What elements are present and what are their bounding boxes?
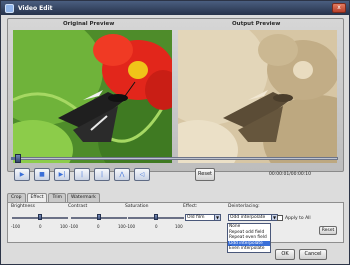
apply-to-all-checkbox[interactable] (277, 215, 283, 221)
title-bar[interactable]: Video Edit x (1, 1, 349, 15)
split-icon: ⋀ (119, 170, 125, 178)
edit-tabs: Crop Effect Trim Watermark (7, 193, 100, 203)
saturation-min: -100 (126, 224, 136, 229)
deinterlacing-dropdown-list: None Repeat odd field Repeat even field Odd… (227, 223, 271, 253)
saturation-max: 100 (175, 224, 183, 229)
brightness-max: 100 (60, 224, 68, 229)
playback-controls: ▶ ■ ▶| | | ⋀ ◁ (14, 168, 150, 182)
deinterlacing-label: Deinterlacing: (228, 204, 260, 209)
output-preview-label: Output Preview (232, 21, 281, 27)
progress-slider[interactable] (11, 154, 338, 163)
play-icon: ▶ (19, 170, 25, 178)
deinterlacing-select-value: Odd interpolate (230, 215, 266, 220)
contrast-max: 100 (118, 224, 126, 229)
progress-track[interactable] (11, 157, 338, 160)
butterfly-flower-sepia-image (178, 30, 337, 163)
saturation-label: Saturation (125, 204, 149, 209)
video-edit-window: Video Edit x Original Preview Output Pre… (0, 0, 350, 265)
original-preview-label: Original Preview (63, 21, 115, 27)
cancel-button[interactable]: Cancel (299, 249, 327, 260)
next-frame-button[interactable]: ▶| (54, 168, 70, 181)
mark-in-button[interactable]: | (74, 168, 90, 181)
speaker-icon: ◁ (139, 170, 145, 178)
output-preview (178, 30, 337, 163)
brightness-thumb[interactable] (38, 214, 42, 220)
original-preview (13, 30, 172, 163)
timecode: 00:00:01/00:00:10 (269, 172, 311, 177)
reset-playback-button[interactable]: Reset (195, 168, 215, 181)
saturation-mid: 0 (155, 224, 158, 229)
contrast-thumb[interactable] (97, 214, 101, 220)
effect-select-value: Old film (187, 215, 205, 220)
split-button[interactable]: ⋀ (114, 168, 130, 181)
apply-to-all-label: Apply to All (285, 216, 311, 221)
volume-button[interactable]: ◁ (134, 168, 150, 181)
marker-icon: | (80, 170, 84, 178)
stop-icon: ■ (39, 170, 45, 178)
brightness-label: Brightness (11, 204, 35, 209)
contrast-mid: 0 (97, 224, 100, 229)
tab-trim[interactable]: Trim (48, 193, 67, 202)
brightness-min: -100 (11, 224, 21, 229)
preview-panel: Original Preview Output Preview (7, 18, 344, 172)
marker-icon: | (100, 170, 104, 178)
next-frame-icon: ▶| (58, 170, 66, 178)
effect-tab-panel: Brightness -100 0 100 Contrast -100 0 10… (7, 202, 344, 243)
tab-crop[interactable]: Crop (7, 193, 26, 202)
dropdown-option[interactable]: Even interpolate (228, 246, 270, 252)
effect-label: Effect: (183, 204, 198, 209)
contrast-label: Contrast (68, 204, 88, 209)
brightness-mid: 0 (39, 224, 42, 229)
saturation-thumb[interactable] (154, 214, 158, 220)
tab-watermark[interactable]: Watermark (67, 193, 100, 202)
stop-button[interactable]: ■ (34, 168, 50, 181)
window-title: Video Edit (18, 4, 53, 12)
chevron-down-icon[interactable]: ▼ (214, 215, 220, 220)
progress-thumb[interactable] (14, 154, 21, 163)
reset-effect-button[interactable]: Reset (319, 226, 337, 235)
dropdown-option[interactable]: Repeat even field (228, 235, 270, 241)
deinterlacing-select[interactable]: Odd interpolate ▼ (228, 214, 278, 221)
mark-out-button[interactable]: | (94, 168, 110, 181)
app-icon (5, 3, 14, 13)
contrast-min: -100 (69, 224, 79, 229)
ok-button[interactable]: OK (275, 249, 295, 260)
effect-select[interactable]: Old film ▼ (185, 214, 221, 221)
close-button[interactable]: x (332, 3, 346, 13)
play-button[interactable]: ▶ (14, 168, 30, 181)
butterfly-flower-image (13, 30, 172, 163)
